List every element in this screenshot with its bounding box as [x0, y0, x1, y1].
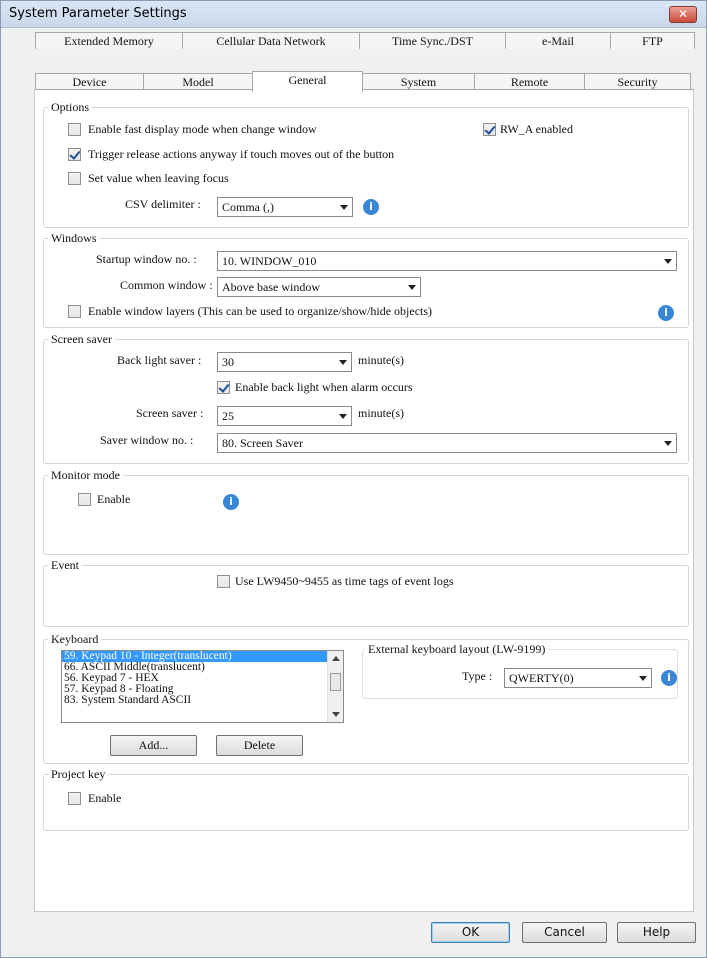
window-title: System Parameter Settings	[9, 6, 187, 21]
project-key-group: Project key Enable	[43, 767, 689, 831]
chevron-down-icon	[664, 259, 672, 264]
screen-saver-select[interactable]: 25	[217, 406, 352, 426]
tab-cellular-data-network[interactable]: Cellular Data Network	[182, 32, 360, 49]
keyboard-type-value: QWERTY(0)	[509, 671, 574, 685]
csv-delimiter-select[interactable]: Comma (,)	[217, 197, 353, 217]
options-group: Options Enable fast display mode when ch…	[43, 100, 689, 228]
chevron-down-icon	[340, 205, 348, 210]
help-button[interactable]: Help	[617, 922, 696, 943]
windows-title: Windows	[48, 231, 100, 246]
startup-window-value: 10. WINDOW_010	[222, 254, 317, 268]
list-scrollbar[interactable]	[327, 651, 343, 722]
tab-email[interactable]: e-Mail	[505, 32, 611, 49]
event-lw-label: Use LW9450~9455 as time tags of event lo…	[235, 574, 454, 588]
common-window-value: Above base window	[222, 280, 320, 294]
back-light-saver-select[interactable]: 30	[217, 352, 352, 372]
back-light-saver-label: Back light saver :	[117, 353, 202, 367]
screen-saver-unit: minute(s)	[358, 406, 404, 420]
tab-general[interactable]: General	[252, 71, 363, 92]
common-window-select[interactable]: Above base window	[217, 277, 421, 297]
monitor-enable-label: Enable	[97, 492, 131, 506]
tab-model[interactable]: Model	[143, 73, 253, 90]
tab-row-lower: Device Model General System Remote Secur…	[35, 71, 691, 92]
project-key-enable-checkbox[interactable]	[68, 792, 81, 805]
windows-group: Windows Startup window no. : 10. WINDOW_…	[43, 231, 689, 328]
chevron-down-icon	[639, 676, 647, 681]
event-lw-checkbox[interactable]	[217, 575, 230, 588]
scroll-up-icon[interactable]	[332, 656, 340, 661]
options-title: Options	[48, 100, 93, 115]
monitor-enable-checkbox[interactable]	[78, 493, 91, 506]
tab-remote[interactable]: Remote	[474, 73, 585, 90]
rw-a-label: RW_A enabled	[500, 122, 573, 136]
scroll-thumb[interactable]	[330, 673, 341, 691]
external-keyboard-group: External keyboard layout (LW-9199) Type …	[362, 642, 678, 699]
saver-window-select[interactable]: 80. Screen Saver	[217, 433, 677, 453]
list-item[interactable]: 83. System Standard ASCII	[62, 694, 343, 706]
screen-saver-value: 25	[222, 409, 234, 423]
set-value-leaving-checkbox[interactable]	[68, 172, 81, 185]
alarm-backlight-checkbox[interactable]	[217, 381, 230, 394]
close-button[interactable]: ✕	[669, 6, 697, 23]
event-group: Event Use LW9450~9455 as time tags of ev…	[43, 558, 689, 627]
monitor-mode-group: Monitor mode Enable i	[43, 468, 689, 555]
ok-button[interactable]: OK	[431, 922, 510, 943]
info-icon[interactable]: i	[363, 199, 379, 215]
screen-saver-title: Screen saver	[48, 332, 115, 347]
fast-display-checkbox[interactable]	[68, 123, 81, 136]
keyboard-type-select[interactable]: QWERTY(0)	[504, 668, 652, 688]
title-bar: System Parameter Settings ✕	[1, 1, 706, 28]
rw-a-checkbox[interactable]	[483, 123, 496, 136]
keyboard-title: Keyboard	[48, 632, 102, 647]
window-layers-label: Enable window layers (This can be used t…	[88, 304, 433, 318]
keyboard-type-label: Type :	[462, 669, 493, 683]
keyboard-list[interactable]: 59. Keypad 10 - Integer(translucent) 66.…	[61, 650, 344, 723]
screen-saver-group: Screen saver Back light saver : 30 minut…	[43, 332, 689, 464]
scroll-down-icon[interactable]	[332, 712, 340, 717]
info-icon[interactable]: i	[661, 670, 677, 686]
delete-keyboard-button[interactable]: Delete	[216, 735, 303, 756]
tab-row-upper: Extended Memory Cellular Data Network Ti…	[35, 32, 695, 49]
csv-delimiter-value: Comma (,)	[222, 200, 274, 214]
back-light-saver-value: 30	[222, 355, 234, 369]
common-window-label: Common window :	[120, 278, 213, 292]
tab-device[interactable]: Device	[35, 73, 144, 90]
chevron-down-icon	[408, 285, 416, 290]
trigger-release-label: Trigger release actions anyway if touch …	[88, 147, 395, 161]
cancel-button[interactable]: Cancel	[522, 922, 607, 943]
info-icon[interactable]: i	[658, 305, 674, 321]
tab-ftp[interactable]: FTP	[610, 32, 695, 49]
saver-window-value: 80. Screen Saver	[222, 436, 303, 450]
chevron-down-icon	[664, 441, 672, 446]
alarm-backlight-label: Enable back light when alarm occurs	[235, 380, 413, 394]
tab-system[interactable]: System	[362, 73, 475, 90]
project-key-title: Project key	[48, 767, 109, 782]
tab-security[interactable]: Security	[584, 73, 691, 90]
fast-display-label: Enable fast display mode when change win…	[88, 122, 317, 136]
general-tab-page: Options Enable fast display mode when ch…	[34, 89, 694, 912]
external-keyboard-title: External keyboard layout (LW-9199)	[365, 642, 549, 657]
startup-window-label: Startup window no. :	[96, 252, 197, 266]
chevron-down-icon	[339, 414, 347, 419]
back-light-unit: minute(s)	[358, 353, 404, 367]
keyboard-group: Keyboard 59. Keypad 10 - Integer(translu…	[43, 632, 689, 764]
monitor-mode-title: Monitor mode	[48, 468, 123, 483]
add-keyboard-button[interactable]: Add...	[110, 735, 197, 756]
screen-saver-label: Screen saver :	[136, 406, 204, 420]
set-value-leaving-label: Set value when leaving focus	[88, 171, 229, 185]
saver-window-label: Saver window no. :	[100, 433, 194, 447]
info-icon[interactable]: i	[223, 494, 239, 510]
window-layers-checkbox[interactable]	[68, 305, 81, 318]
project-key-enable-label: Enable	[88, 791, 122, 805]
chevron-down-icon	[339, 360, 347, 365]
tab-extended-memory[interactable]: Extended Memory	[35, 32, 183, 49]
tab-time-sync[interactable]: Time Sync./DST	[359, 32, 506, 49]
startup-window-select[interactable]: 10. WINDOW_010	[217, 251, 677, 271]
trigger-release-checkbox[interactable]	[68, 148, 81, 161]
event-title: Event	[48, 558, 82, 573]
csv-delimiter-label: CSV delimiter :	[125, 197, 201, 211]
